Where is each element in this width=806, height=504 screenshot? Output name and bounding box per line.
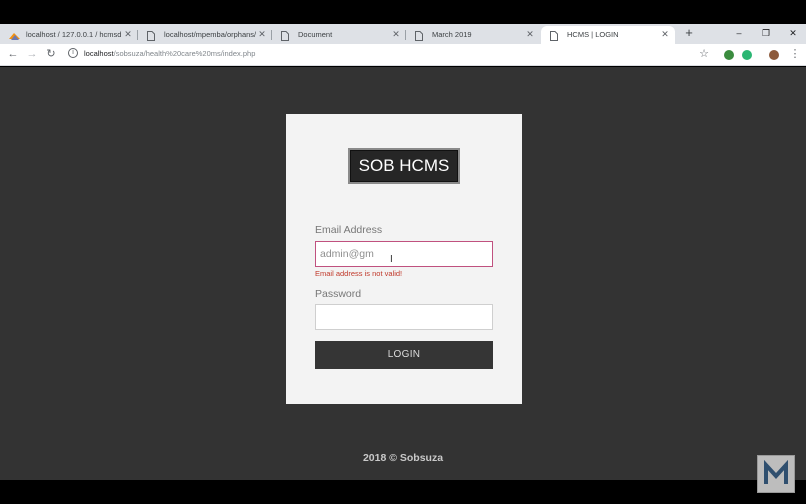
menu-kebab-icon[interactable]: ⋮ — [788, 47, 802, 61]
tab-march-2019[interactable]: March 2019 ✕ — [406, 26, 540, 44]
url-host: localhost — [84, 49, 114, 58]
email-error-message: Email address is not valid! — [315, 269, 403, 278]
restore-button[interactable]: ❐ — [759, 26, 773, 40]
login-card: SOB HCMS Email Address Email address is … — [286, 114, 522, 404]
window-close-button[interactable]: ✕ — [786, 26, 800, 40]
screen: localhost / 127.0.0.1 / hcmsdb ✕ localho… — [0, 0, 806, 504]
channel-logo — [757, 455, 795, 493]
address-bar[interactable]: localhost/sobsuza/health%20care%20ms/ind… — [84, 49, 255, 58]
avatar[interactable] — [769, 50, 779, 60]
email-field[interactable] — [315, 241, 493, 267]
tab-hcms-login[interactable]: HCMS | LOGIN ✕ — [541, 26, 675, 44]
url-path: /sobsuza/health%20care%20ms/index.php — [113, 49, 256, 58]
tab-document[interactable]: Document ✕ — [272, 26, 406, 44]
login-button[interactable]: LOGIN — [315, 341, 493, 369]
tab-label: March 2019 — [432, 30, 472, 39]
page-content: SOB HCMS Email Address Email address is … — [0, 67, 806, 480]
password-field[interactable] — [315, 304, 493, 330]
close-icon[interactable]: ✕ — [525, 26, 535, 43]
footer-copyright: 2018 © Sobsuza — [362, 452, 444, 464]
password-label: Password — [315, 288, 362, 300]
forward-arrow-icon[interactable]: → — [25, 47, 39, 61]
phpmyadmin-icon — [9, 30, 20, 40]
tab-label: localhost/mpemba/orphans/sc — [164, 30, 256, 39]
info-icon[interactable]: i — [68, 48, 78, 58]
minimize-button[interactable]: – — [732, 26, 746, 40]
tab-label: localhost / 127.0.0.1 / hcmsdb — [26, 30, 122, 39]
bookmark-star-icon[interactable]: ☆ — [697, 47, 711, 61]
grammarly-icon[interactable] — [742, 50, 752, 60]
close-icon[interactable]: ✕ — [257, 26, 267, 43]
new-tab-button[interactable]: + — [683, 26, 695, 40]
back-arrow-icon[interactable]: ← — [6, 47, 20, 61]
text-cursor-icon: I — [390, 254, 393, 265]
tab-phpmyadmin[interactable]: localhost / 127.0.0.1 / hcmsdb ✕ — [0, 26, 138, 44]
close-icon[interactable]: ✕ — [660, 26, 670, 43]
tab-label: HCMS | LOGIN — [567, 30, 619, 39]
extension-icon[interactable] — [724, 50, 734, 60]
tab-label: Document — [298, 30, 333, 39]
reload-icon[interactable]: ↻ — [44, 47, 58, 61]
browser-toolbar: ← → ↻ i localhost/sobsuza/health%20care%… — [0, 44, 806, 66]
page-icon — [147, 30, 156, 41]
tab-orphans[interactable]: localhost/mpemba/orphans/sc ✕ — [138, 26, 272, 44]
page-icon — [281, 30, 290, 41]
brand-logo: SOB HCMS — [350, 150, 458, 182]
close-icon[interactable]: ✕ — [391, 26, 401, 43]
page-icon — [415, 30, 424, 41]
email-label: Email Address — [315, 224, 383, 236]
page-icon — [550, 30, 559, 41]
close-icon[interactable]: ✕ — [123, 26, 133, 43]
